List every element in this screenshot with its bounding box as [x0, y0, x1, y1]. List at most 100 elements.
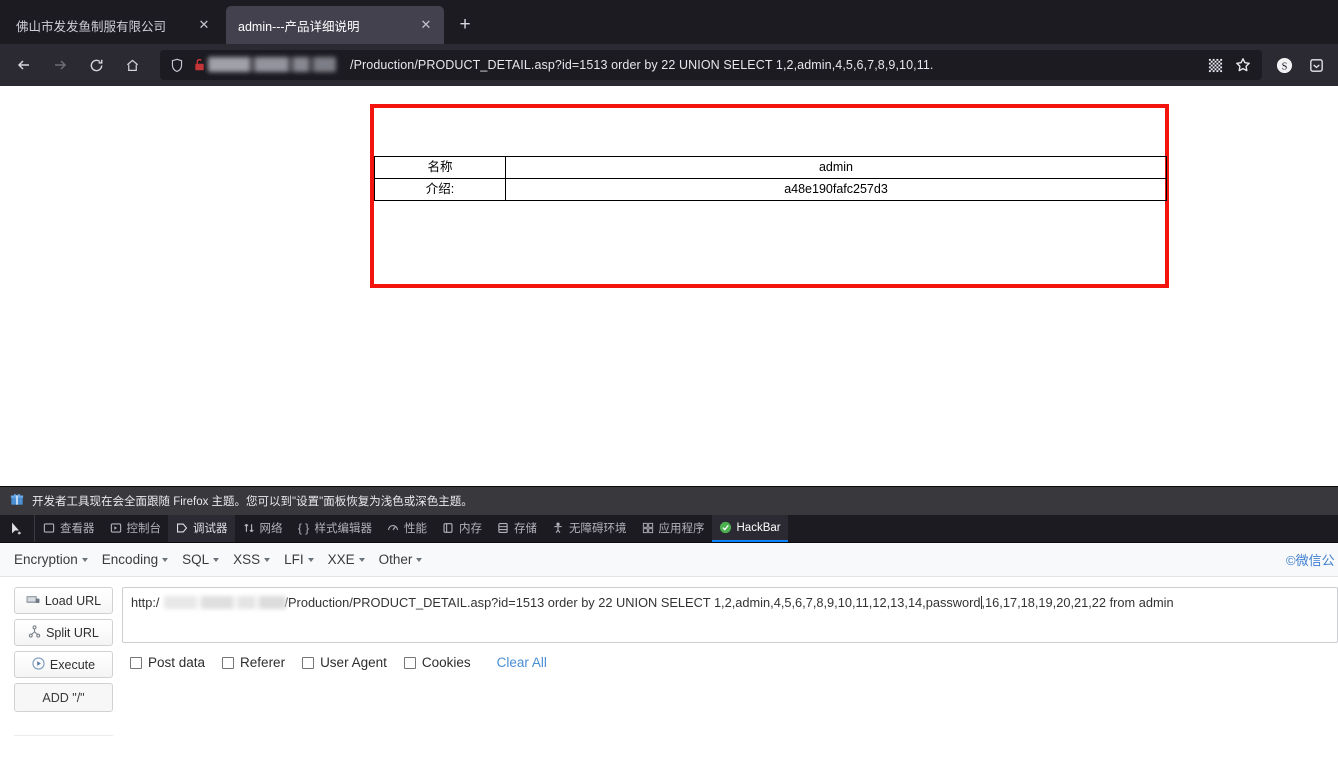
hackbar-body: Load URL Split URL Execute ADD "/" http:… — [0, 577, 1338, 712]
add-slash-button[interactable]: ADD "/" — [14, 683, 113, 712]
checkbox[interactable] — [403, 656, 416, 669]
option-referer[interactable]: Referer — [222, 655, 285, 670]
close-icon[interactable]: ✕ — [416, 15, 436, 35]
clear-all-link[interactable]: Clear All — [497, 655, 547, 670]
qr-code-icon[interactable] — [1202, 52, 1228, 78]
devtools-tab-memory[interactable]: 内存 — [434, 515, 489, 542]
address-bar-actions — [1202, 52, 1256, 78]
menu-sql[interactable]: SQL — [182, 552, 220, 567]
menu-label: SQL — [182, 552, 210, 567]
menu-encryption[interactable]: Encryption — [14, 552, 88, 567]
devtools-picker-group — [0, 515, 35, 542]
product-detail-table: 名称 admin 介绍: a48e190fafc257d3 — [374, 156, 1167, 201]
devtools-tab-network[interactable]: 网络 — [235, 515, 290, 542]
page-viewport: 名称 admin 介绍: a48e190fafc257d3 — [0, 86, 1338, 486]
load-url-button[interactable]: Load URL — [14, 587, 113, 614]
tab-label: 样式编辑器 — [314, 522, 373, 535]
option-cookies[interactable]: Cookies — [403, 655, 471, 670]
chevron-down-icon — [162, 557, 169, 562]
console-icon — [109, 522, 123, 534]
split-url-icon — [28, 624, 41, 641]
menu-label: XSS — [233, 552, 261, 567]
svg-text:S: S — [1281, 61, 1287, 72]
checkbox[interactable] — [302, 656, 315, 669]
devtools-tab-debugger[interactable]: 调试器 — [168, 515, 235, 542]
row-value: a48e190fafc257d3 — [505, 178, 1167, 201]
devtools-tab-inspector[interactable]: 查看器 — [35, 515, 102, 542]
s-circle-icon[interactable]: S — [1270, 51, 1298, 79]
tab-label: 存储 — [514, 522, 537, 535]
new-tab-button[interactable]: + — [450, 10, 480, 40]
option-label: Post data — [148, 655, 206, 670]
close-icon[interactable]: ✕ — [194, 15, 214, 35]
devtools-tab-storage[interactable]: 存储 — [489, 515, 544, 542]
tab-label: 无障碍环境 — [569, 522, 627, 535]
chevron-down-icon — [81, 557, 88, 562]
home-button[interactable] — [116, 49, 148, 81]
devtools-tabbar: 查看器 控制台 调试器 网络 { } 样式编辑器 性能 内存 存储 无障碍环境 … — [0, 515, 1338, 543]
tab-label: 应用程序 — [658, 522, 705, 535]
checkbox[interactable] — [222, 656, 235, 669]
watermark-text: ©微信公 — [1286, 553, 1335, 568]
execute-button[interactable]: Execute — [14, 651, 113, 678]
load-url-icon — [26, 593, 40, 608]
chevron-down-icon — [416, 557, 423, 562]
forward-button[interactable] — [44, 49, 76, 81]
option-user-agent[interactable]: User Agent — [302, 655, 387, 670]
option-post-data[interactable]: Post data — [130, 655, 205, 670]
browser-toolbar-right: S — [1270, 51, 1330, 79]
devtools-tab-hackbar[interactable]: HackBar — [711, 515, 788, 542]
tab-label: 网络 — [259, 522, 283, 535]
devtools-tab-accessibility[interactable]: 无障碍环境 — [544, 515, 634, 542]
element-picker-icon[interactable] — [4, 517, 30, 541]
button-label: Split URL — [46, 625, 99, 640]
hackbar-icon — [719, 521, 733, 534]
devtools-theme-notice: 开发者工具现在会全面跟随 Firefox 主题。您可以到"设置"面板恢复为浅色或… — [0, 487, 1338, 515]
browser-tab-1[interactable]: 佛山市发发鱼制服有限公司 ✕ — [4, 6, 222, 44]
devtools-tab-style-editor[interactable]: { } 样式编辑器 — [290, 515, 380, 542]
menu-lfi[interactable]: LFI — [284, 552, 314, 567]
network-icon — [242, 522, 256, 534]
chevron-down-icon — [358, 557, 365, 562]
style-editor-icon: { } — [297, 520, 310, 535]
menu-label: XXE — [327, 552, 355, 567]
option-label: User Agent — [320, 655, 387, 670]
notice-text: 开发者工具现在会全面跟随 Firefox 主题。您可以到"设置"面板恢复为浅色或… — [32, 496, 473, 508]
menu-other[interactable]: Other — [379, 552, 423, 567]
devtools-tab-console[interactable]: 控制台 — [102, 515, 169, 542]
memory-icon — [441, 522, 455, 534]
option-label: Referer — [240, 655, 286, 670]
devtools-panel: 开发者工具现在会全面跟随 Firefox 主题。您可以到"设置"面板恢复为浅色或… — [0, 486, 1338, 764]
address-bar-text: /Production/PRODUCT_DETAIL.asp?id=1513 o… — [350, 58, 934, 72]
menu-encoding[interactable]: Encoding — [102, 552, 169, 567]
execute-icon — [32, 656, 45, 673]
url-prefix: http:/ — [131, 595, 160, 610]
hackbar-options: Post data Referer User Agent Cookies Cle… — [122, 643, 1338, 670]
back-button[interactable] — [8, 49, 40, 81]
tab-label: HackBar — [736, 521, 781, 534]
browser-chrome: 佛山市发发鱼制服有限公司 ✕ admin---产品详细说明 ✕ + /Produ… — [0, 0, 1338, 86]
menu-label: Other — [378, 552, 413, 567]
option-label: Cookies — [421, 655, 471, 670]
menu-xxe[interactable]: XXE — [328, 552, 365, 567]
tab-strip: 佛山市发发鱼制服有限公司 ✕ admin---产品详细说明 ✕ + — [0, 0, 1338, 44]
devtools-tab-application[interactable]: 应用程序 — [634, 515, 712, 542]
menu-xss[interactable]: XSS — [233, 552, 271, 567]
browser-tab-2[interactable]: admin---产品详细说明 ✕ — [226, 6, 444, 44]
tab-title: admin---产品详细说明 — [238, 19, 360, 34]
hackbar-panel: Encryption Encoding SQL XSS LFI XXE Othe… — [0, 543, 1338, 764]
devtools-tab-performance[interactable]: 性能 — [379, 515, 434, 542]
highlight-box: 名称 admin 介绍: a48e190fafc257d3 — [370, 104, 1169, 288]
split-url-button[interactable]: Split URL — [14, 619, 113, 646]
shield-icon[interactable] — [166, 54, 188, 76]
button-label: Execute — [49, 657, 96, 672]
url-input[interactable]: http:/ /Production/PRODUCT_DETAIL.asp?id=… — [122, 587, 1338, 643]
tab-label: 控制台 — [126, 522, 162, 535]
reload-button[interactable] — [80, 49, 112, 81]
address-bar[interactable]: /Production/PRODUCT_DETAIL.asp?id=1513 o… — [160, 50, 1262, 80]
star-icon[interactable] — [1230, 52, 1256, 78]
checkbox[interactable] — [130, 656, 142, 669]
storage-icon — [496, 522, 510, 534]
save-to-pocket-icon[interactable] — [1302, 51, 1330, 79]
broken-lock-icon[interactable] — [188, 54, 210, 76]
